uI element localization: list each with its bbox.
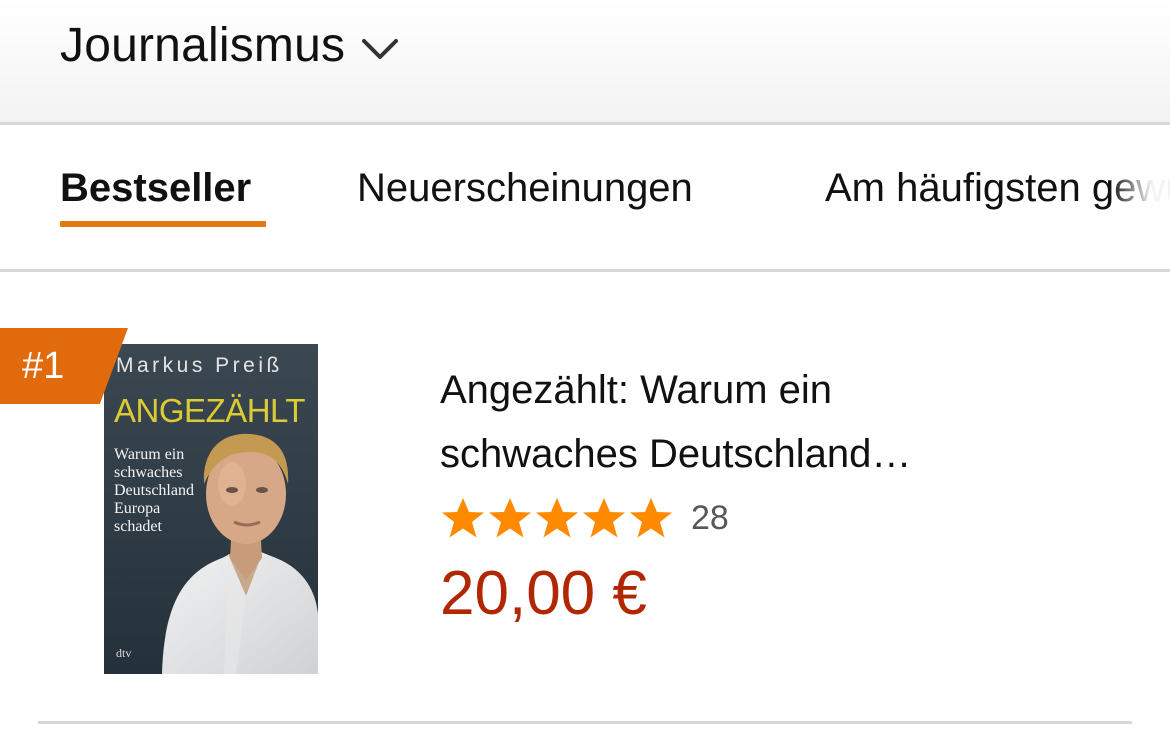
star-rating[interactable] <box>440 496 675 540</box>
product-row[interactable]: #1 Markus Preiß ANGEZÄHLT Warum ein schw… <box>0 272 1170 724</box>
star-icon <box>583 498 625 538</box>
review-count-link[interactable]: 28 <box>691 499 729 538</box>
row-divider <box>38 721 1132 724</box>
cover-publisher-logo: dtv <box>116 646 132 660</box>
category-header: Journalismus <box>0 0 1170 125</box>
category-dropdown[interactable]: Journalismus <box>60 14 399 76</box>
cover-author: Markus Preiß <box>116 354 283 377</box>
star-icon <box>536 498 578 538</box>
product-title-link[interactable]: Angezählt: Warum ein schwaches Deutschla… <box>440 358 1000 486</box>
tab-most-wished[interactable]: Am häufigsten gewünscht <box>825 166 1170 226</box>
tab-bestseller[interactable]: Bestseller <box>60 166 251 226</box>
star-icon <box>630 498 672 538</box>
star-icon <box>489 498 531 538</box>
rating-row: 28 <box>440 490 1140 546</box>
active-tab-indicator <box>60 221 266 227</box>
cover-subtitle: Warum ein schwaches Deutschland Europa s… <box>114 446 194 535</box>
bestseller-tabs: Bestseller Neuerscheinungen Am häufigste… <box>0 125 1170 272</box>
chevron-down-icon <box>362 39 399 59</box>
rank-label: #1 <box>22 345 65 387</box>
book-cover-image[interactable]: Markus Preiß ANGEZÄHLT Warum ein schwach… <box>104 344 318 674</box>
category-title: Journalismus <box>60 18 346 72</box>
product-price: 20,00 € <box>440 559 647 628</box>
product-info: Angezählt: Warum ein schwaches Deutschla… <box>440 358 1140 629</box>
star-icon <box>442 498 484 538</box>
page: Journalismus Bestseller Neuerscheinungen… <box>0 0 1170 740</box>
cover-title: ANGEZÄHLT <box>114 392 306 429</box>
tab-new-releases[interactable]: Neuerscheinungen <box>357 166 693 226</box>
